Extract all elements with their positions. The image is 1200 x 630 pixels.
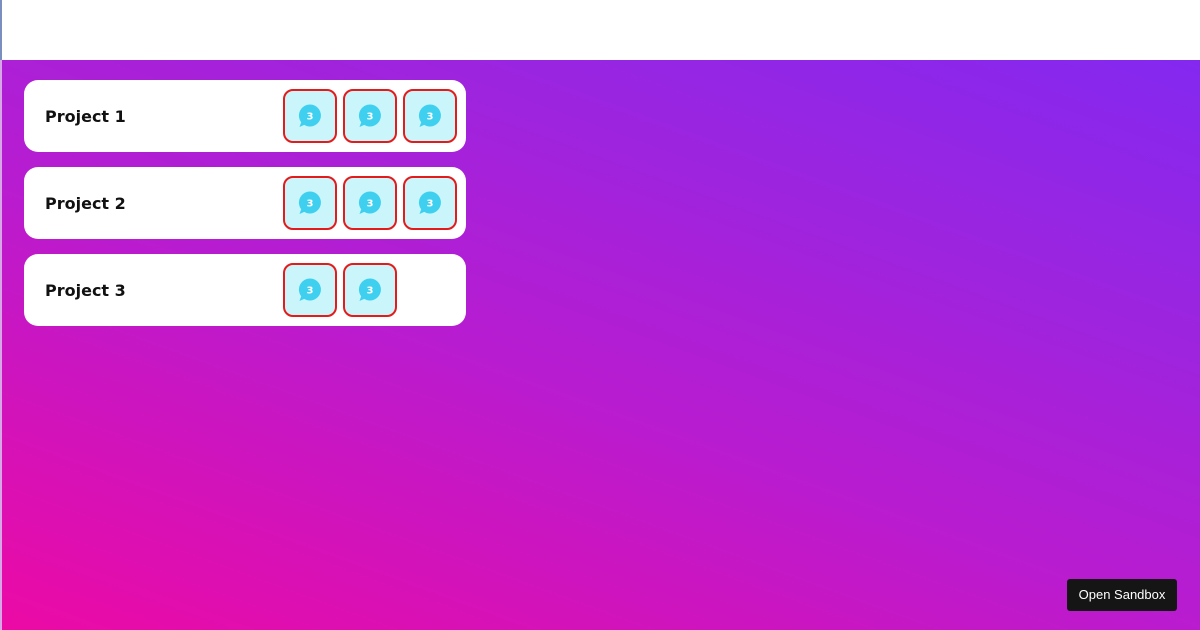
main-area: Project 1 3 3 3 Project 2 3 3 3 Project 3 3 3: [0, 60, 1200, 630]
project-list: Project 1 3 3 3 Project 2 3 3 3 Project 3 3 3: [24, 80, 466, 341]
project-card: Project 1 3 3 3: [24, 80, 466, 152]
badge-count: 3: [307, 286, 314, 297]
chat-bubble-icon: 3: [358, 278, 381, 301]
chat-bubble-icon: 3: [358, 191, 381, 214]
project-card: Project 2 3 3 3: [24, 167, 466, 239]
project-card: Project 3 3 3: [24, 254, 466, 326]
chat-bubble-icon: 3: [298, 191, 321, 214]
open-sandbox-button[interactable]: Open Sandbox: [1067, 579, 1177, 611]
top-bar: [0, 0, 1200, 60]
project-name: Project 3: [45, 280, 126, 300]
badge-count: 3: [427, 112, 434, 123]
chat-bubble-icon: 3: [358, 104, 381, 127]
chat-badge-tile[interactable]: 3: [343, 263, 397, 317]
chat-bubble-icon: 3: [298, 278, 321, 301]
badge-count: 3: [367, 199, 374, 210]
badge-count: 3: [307, 112, 314, 123]
chat-badge-tile[interactable]: 3: [283, 263, 337, 317]
badge-count: 3: [427, 199, 434, 210]
badge-count: 3: [367, 112, 374, 123]
chat-badge-tile[interactable]: 3: [343, 89, 397, 143]
chat-bubble-icon: 3: [298, 104, 321, 127]
chat-bubble-icon: 3: [418, 104, 441, 127]
chat-bubble-icon: 3: [418, 191, 441, 214]
chat-badge-tile[interactable]: 3: [403, 176, 457, 230]
badge-count: 3: [367, 286, 374, 297]
chat-badge-tile[interactable]: 3: [403, 89, 457, 143]
badge-count: 3: [307, 199, 314, 210]
chat-badge-tile[interactable]: 3: [343, 176, 397, 230]
chat-badge-tile[interactable]: 3: [283, 176, 337, 230]
project-name: Project 1: [45, 106, 126, 126]
project-name: Project 2: [45, 193, 126, 213]
chat-badge-tile[interactable]: 3: [283, 89, 337, 143]
